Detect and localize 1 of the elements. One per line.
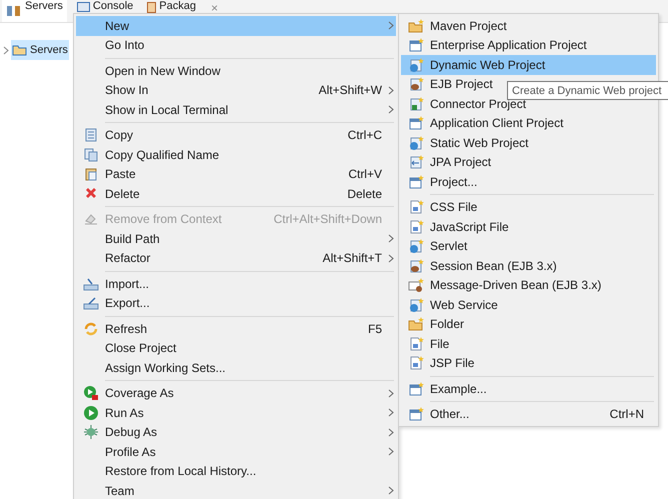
tooltip: Create a Dynamic Web project: [507, 81, 668, 100]
